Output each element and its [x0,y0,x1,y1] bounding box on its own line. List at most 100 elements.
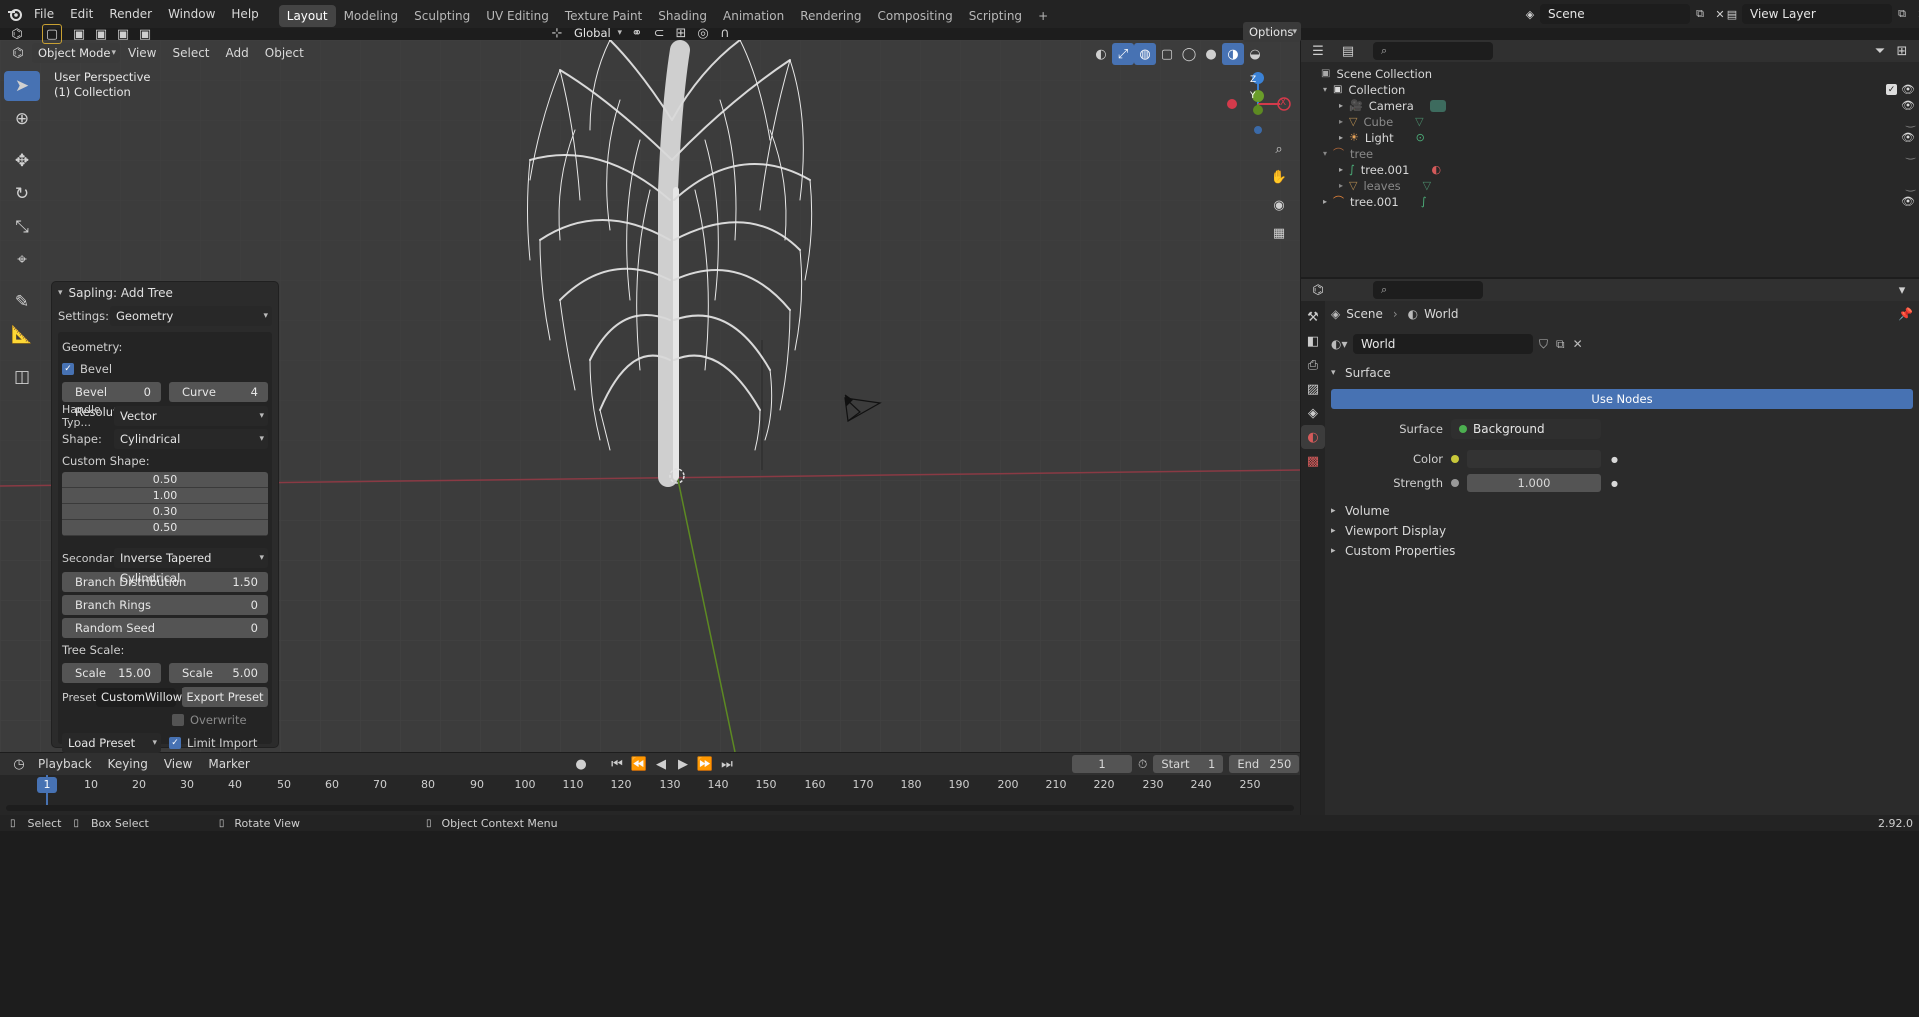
pivot-icon[interactable]: ⚭ [626,22,648,44]
view-layer-tab-icon[interactable]: ▨ [1301,377,1325,401]
snap-icon[interactable]: ⊂ [648,22,670,44]
falloff-icon[interactable]: ∩ [714,22,736,44]
custom-shape-field[interactable]: 0.50 [62,520,268,536]
view-layer-icon[interactable]: ▤ [1722,3,1742,25]
overwrite-checkbox[interactable] [172,714,184,726]
outliner-row-light[interactable]: ▸ ☀ Light ⊙ 👁 [1301,130,1919,146]
shape-select[interactable]: Cylindrical ▾ [114,429,268,449]
outliner-row-tree[interactable]: ▾ ⌒ tree ‿ [1301,146,1919,162]
viewport-display-panel-header[interactable]: ▸ Viewport Display [1331,521,1913,541]
select-mode-extend-icon[interactable]: ▣ [90,23,112,45]
outliner-editor-icon[interactable]: ☰ [1307,40,1329,62]
export-preset-button[interactable]: Export Preset [182,687,268,707]
snap-target-icon[interactable]: ⊞ [670,22,692,44]
world-tab-icon[interactable]: ◐ [1301,425,1325,449]
xray-icon[interactable]: ▢ [1156,43,1178,65]
outliner-row-scene-collection[interactable]: ▣ Scene Collection [1301,66,1919,82]
color-socket-icon[interactable] [1451,455,1459,463]
secondary-select[interactable]: Inverse Tapered Cylindrical ▾ [114,548,268,585]
select-mode-new-icon[interactable]: ▣ [68,23,90,45]
camera-view-icon[interactable]: ◉ [1268,194,1290,216]
outliner-row-tree-001[interactable]: ▸ ⌒ tree.001 ∫ 👁 [1301,194,1919,210]
scene-icon[interactable]: ◈ [1520,3,1540,25]
timeline-menu-view[interactable]: View [156,753,200,775]
cursor-tool-icon[interactable]: ⊕ [4,104,40,134]
menu-window[interactable]: Window [160,0,223,28]
panel-header[interactable]: ▾ Sapling: Add Tree [52,282,278,304]
select-mode-subtract-icon[interactable]: ▣ [112,23,134,45]
record-icon[interactable]: ● [570,753,592,775]
tool-tab-icon[interactable]: ⚒ [1301,305,1325,329]
duplicate-icon[interactable]: ⧉ [1556,337,1565,352]
new-view-layer-icon[interactable]: ⧉ [1892,3,1912,25]
custom-shape-field[interactable]: 0.50 [62,472,268,488]
color-swatch[interactable] [1467,450,1601,468]
zoom-icon[interactable]: ⌕ [1268,138,1290,160]
tab-rendering[interactable]: Rendering [792,5,869,27]
limit-import-checkbox[interactable]: ✓ [169,737,181,749]
rendered-shading-icon[interactable]: ◒ [1244,43,1266,65]
add-cube-tool-icon[interactable]: ◫ [4,362,40,392]
fake-user-icon[interactable]: ⛉ [1539,337,1548,352]
select-box-tool-icon[interactable]: ▢ [42,24,62,44]
scene-tab-icon[interactable]: ◈ [1301,401,1325,425]
timeline-menu-marker[interactable]: Marker [200,753,257,775]
editor-menu-icon[interactable]: ⌬ [6,23,28,45]
properties-search-input[interactable]: ⌕ [1373,281,1483,299]
timeline-menu-playback[interactable]: Playback [30,753,100,775]
keyframe-dot-icon[interactable]: ● [1611,479,1618,488]
scene-field[interactable]: Scene [1540,4,1690,24]
eye-closed-icon[interactable]: ‿ [1906,146,1915,162]
current-frame-field[interactable]: 1 [1072,755,1132,773]
orientation-icon[interactable]: ⊹ [546,22,568,44]
grid-view-icon[interactable]: ▦ [1268,222,1290,244]
select-mode-invert-icon[interactable]: ▣ [134,23,156,45]
properties-options-icon[interactable]: ▾ [1891,279,1913,301]
clock-icon[interactable]: ⏱ [1138,757,1147,772]
preset-name-input[interactable]: CustomWillow [96,687,182,707]
world-browse-icon[interactable]: ◐▾ [1331,337,1353,351]
jump-keyframe-back-icon[interactable]: ⏪ [628,753,650,775]
use-nodes-button[interactable]: Use Nodes [1331,389,1913,409]
add-workspace-icon[interactable]: + [1030,5,1056,27]
viewport-menu-add[interactable]: Add [218,42,257,64]
play-icon[interactable]: ▶ [672,753,694,775]
outliner-row-collection[interactable]: ▾ ▣ Collection ✓ 👁 [1301,82,1919,98]
curve-resolution-field[interactable]: Curve Resolutio 4 [169,382,268,419]
render-tab-icon[interactable]: ◧ [1301,329,1325,353]
playhead-frame-label[interactable]: 1 [37,777,57,793]
surface-shader-select[interactable]: Background [1451,419,1601,439]
eye-icon[interactable]: 👁 [1901,194,1915,210]
pin-icon[interactable]: 📌 [1898,307,1913,321]
jump-start-icon[interactable]: ⏮ [606,753,628,775]
wireframe-shading-icon[interactable]: ◯ [1178,43,1200,65]
eye-icon[interactable]: 👁 [1901,98,1915,114]
tab-layout[interactable]: Layout [278,4,336,27]
bevel-row[interactable]: ✓ Bevel [62,358,268,380]
options-button[interactable]: Options ▾ [1243,22,1301,42]
eye-icon[interactable]: 👁 [1901,82,1915,98]
eye-closed-icon[interactable]: ‿ [1906,178,1915,194]
branch-rings-field[interactable]: Branch Rings 0 [62,595,268,615]
visibility-icon[interactable]: ◐ [1090,43,1112,65]
eye-closed-icon[interactable]: ‿ [1906,114,1915,130]
measure-tool-icon[interactable]: 📐 [4,320,40,350]
custom-shape-field[interactable]: 1.00 [62,488,268,504]
bevel-resolution-field[interactable]: Bevel Resolutio 0 [62,382,161,419]
viewport-menu-select[interactable]: Select [164,42,217,64]
tab-compositing[interactable]: Compositing [869,5,960,27]
unlink-icon[interactable]: ✕ [1573,337,1583,351]
end-frame-field[interactable]: End 250 [1229,755,1300,773]
outliner-row-camera[interactable]: ▸ 🎥 Camera 👁 [1301,98,1919,114]
transform-tool-icon[interactable]: ⌖ [4,245,40,275]
random-seed-field[interactable]: Random Seed 0 [62,618,268,638]
play-reverse-icon[interactable]: ◀ [650,753,672,775]
volume-panel-header[interactable]: ▸ Volume [1331,501,1913,521]
pan-hand-icon[interactable]: ✋ [1268,166,1290,188]
strength-field[interactable]: 1.000 [1467,474,1601,492]
rotate-tool-icon[interactable]: ↻ [4,179,40,209]
orientation-select[interactable]: Global ▾ [568,23,626,43]
new-collection-icon[interactable]: ⊞ [1891,40,1913,62]
scale-tool-icon[interactable]: ⤡ [4,212,40,242]
proportional-edit-icon[interactable]: ◎ [692,22,714,44]
